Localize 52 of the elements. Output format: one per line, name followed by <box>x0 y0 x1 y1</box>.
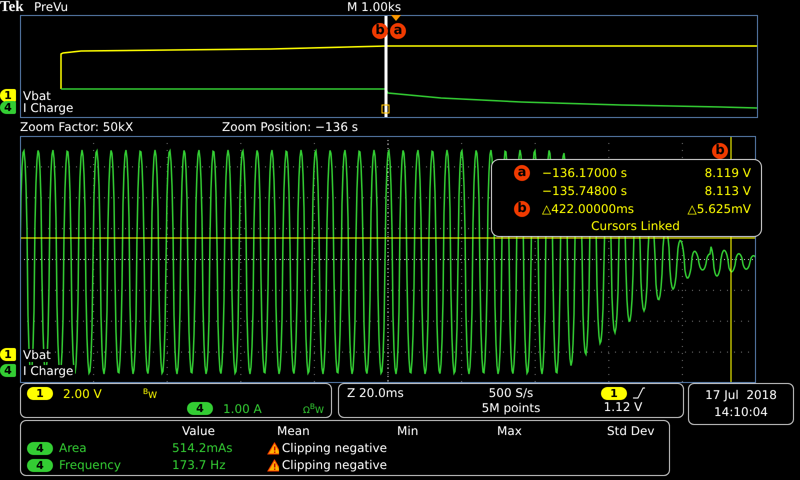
cursor-time: △422.00000ms <box>542 202 636 216</box>
date-label: 17 Jul 2018 <box>705 387 777 404</box>
cursor-label: a <box>514 165 530 181</box>
column-header: Max <box>496 423 523 440</box>
channel-label: I Charge <box>23 365 76 378</box>
trigger-source-badge: 1 <box>601 386 627 400</box>
channel-label: Vbat <box>23 349 53 362</box>
rising-edge-icon <box>633 387 645 399</box>
cursor-value: 8.119 V <box>704 166 751 180</box>
column-header: Std Dev <box>606 423 656 440</box>
cursor-label: b <box>372 23 388 39</box>
brand-label: Tek <box>0 0 24 16</box>
time-label: 14:10:04 <box>714 404 768 421</box>
channel-badge: 4 <box>187 402 213 415</box>
channel-marker: 4 <box>0 101 16 114</box>
source-badge: 4 <box>27 459 53 472</box>
timebase-label: M 1.00ks <box>347 0 402 14</box>
sample-rate: 500 S/s <box>488 386 534 401</box>
column-header: Mean <box>276 423 311 440</box>
channel-scale: 2.00 V <box>63 386 103 400</box>
zoom-position-label: Zoom Position: −136 s <box>222 120 358 134</box>
cursor-label: a <box>390 23 406 39</box>
zoom-scale: Z 20.0ms <box>347 386 405 401</box>
channel-badge: 1 <box>27 387 53 400</box>
channel-label: I Charge <box>23 102 76 115</box>
cursor-label: b <box>514 201 530 217</box>
measurement-value: 173.7 Hz <box>172 457 226 474</box>
channel-marker: 1 <box>0 348 16 361</box>
measurement-mean: Clipping negative <box>282 440 387 457</box>
cursor-value: 8.113 V <box>704 184 751 198</box>
channel-marker: 4 <box>0 364 16 377</box>
channel-label: Vbat <box>23 90 53 103</box>
measurement-name: Frequency <box>59 457 121 474</box>
measurement-value: 514.2mAs <box>172 440 234 457</box>
channel-scale: 1.00 A <box>223 402 263 416</box>
column-header: Min <box>396 423 420 440</box>
record-length: 5M points <box>482 401 540 416</box>
bandwidth-label: Ω$^{B}$W <box>303 402 324 416</box>
source-badge: 4 <box>27 442 53 455</box>
cursor-time: −136.17000 s <box>542 166 628 180</box>
channel-marker: 1 <box>0 89 16 102</box>
cursors-linked-label: Cursors Linked <box>590 219 681 233</box>
trigger-level: 1.12 V <box>604 400 642 415</box>
zoom-factor-label: Zoom Factor: 50kX <box>20 120 134 134</box>
column-header: Value <box>181 423 216 440</box>
cursor-time: −135.74800 s <box>542 184 628 198</box>
mode-label: PreVu <box>34 0 68 14</box>
cursor-value: △5.625mV <box>686 202 751 216</box>
bandwidth-label: $^{B}$W <box>143 386 158 400</box>
measurement-name: Area <box>59 440 87 457</box>
measurement-mean: Clipping negative <box>282 457 387 474</box>
cursor-label: b <box>712 143 728 159</box>
